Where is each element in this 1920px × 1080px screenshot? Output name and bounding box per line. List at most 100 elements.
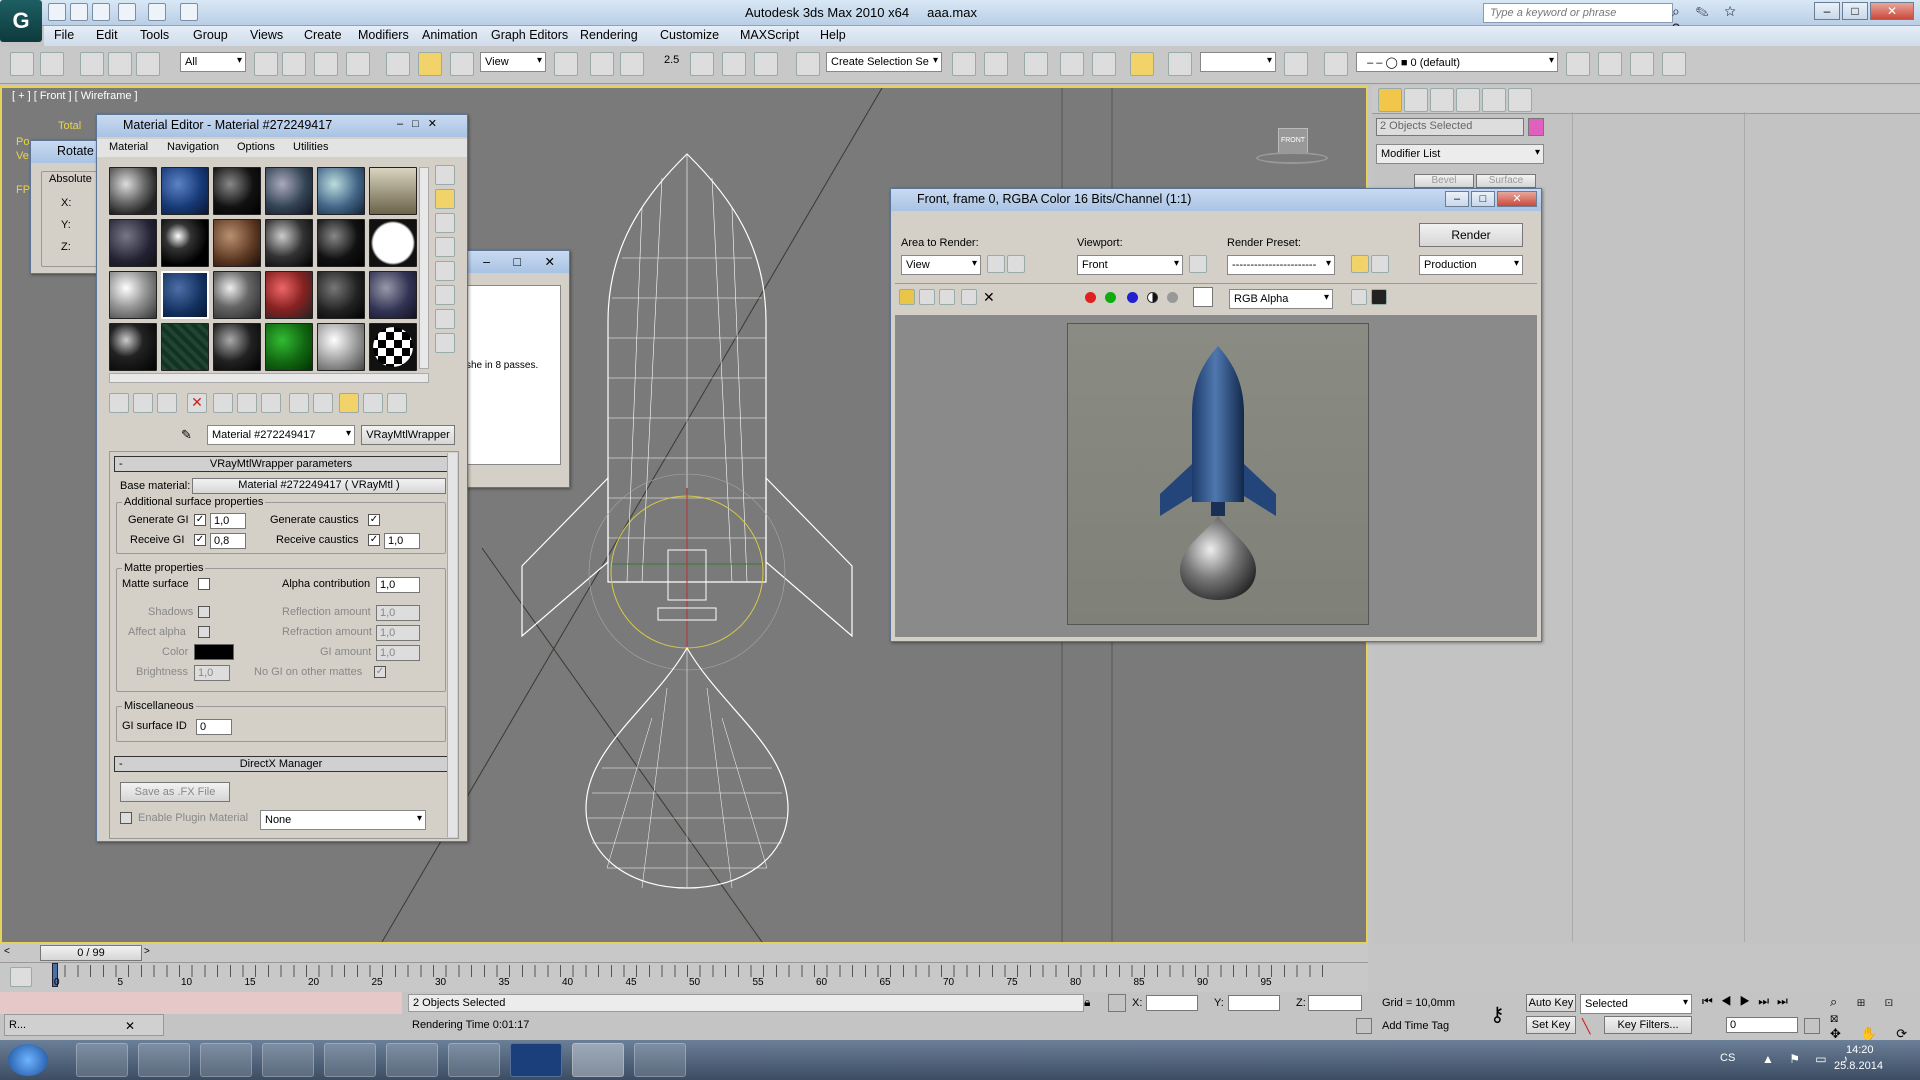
show-end-result-icon[interactable] bbox=[313, 393, 333, 413]
undo-icon[interactable] bbox=[10, 52, 34, 76]
motion-tab-icon[interactable] bbox=[1456, 88, 1480, 112]
alpha-channel-icon[interactable] bbox=[1147, 292, 1158, 303]
menu-tools[interactable]: Tools bbox=[140, 28, 169, 42]
angle-snap-icon[interactable] bbox=[690, 52, 714, 76]
3dsmax-task-icon[interactable] bbox=[572, 1043, 624, 1077]
sample-slot[interactable] bbox=[265, 219, 313, 267]
menu-edit[interactable]: Edit bbox=[96, 28, 118, 42]
link-icon[interactable] bbox=[80, 52, 104, 76]
refraction-amount-spinner[interactable]: 1,0 bbox=[376, 625, 420, 641]
project-folder-icon[interactable] bbox=[180, 3, 198, 21]
lock-viewport-icon[interactable] bbox=[1189, 255, 1207, 273]
sample-slot[interactable] bbox=[265, 323, 313, 371]
auto-region-icon[interactable] bbox=[1007, 255, 1025, 273]
bevel-button[interactable]: Bevel bbox=[1414, 174, 1474, 188]
align-icon[interactable] bbox=[984, 52, 1008, 76]
rectangle-selection-icon[interactable] bbox=[314, 52, 338, 76]
surface-button[interactable]: Surface bbox=[1476, 174, 1536, 188]
receive-gi-checkbox[interactable]: ✓ bbox=[194, 534, 206, 546]
app-logo-icon[interactable]: G bbox=[0, 0, 42, 42]
internet-explorer-task-icon[interactable] bbox=[200, 1043, 252, 1077]
y-coord-field[interactable] bbox=[1228, 995, 1280, 1011]
sample-slot[interactable] bbox=[317, 323, 365, 371]
print-image-icon[interactable] bbox=[961, 289, 977, 305]
rendered-frame-window[interactable]: Front, frame 0, RGBA Color 16 Bits/Chann… bbox=[890, 188, 1542, 642]
matte-color-swatch[interactable] bbox=[194, 644, 234, 660]
menu-help[interactable]: Help bbox=[820, 28, 846, 42]
no-gi-other-mattes-checkbox[interactable]: ✓ bbox=[374, 666, 386, 678]
toggle-ui-overlay-icon[interactable] bbox=[1351, 289, 1367, 305]
sample-type-icon[interactable] bbox=[435, 165, 455, 185]
menu-animation[interactable]: Animation bbox=[422, 28, 478, 42]
render-task-icon[interactable] bbox=[634, 1043, 686, 1077]
parameters-scrollbar[interactable] bbox=[447, 453, 457, 837]
edit-named-selection-icon[interactable] bbox=[796, 52, 820, 76]
enable-plugin-checkbox[interactable] bbox=[120, 812, 132, 824]
material-name-field[interactable]: Material #272249417 bbox=[207, 425, 355, 445]
next-frame-arrow-icon[interactable]: > bbox=[144, 946, 154, 960]
sample-slot[interactable] bbox=[265, 167, 313, 215]
sample-slot[interactable] bbox=[369, 167, 417, 215]
selection-lock-icon[interactable]: 🔒︎ bbox=[1084, 995, 1090, 1010]
new-layer-icon[interactable] bbox=[1566, 52, 1590, 76]
shadows-checkbox[interactable] bbox=[198, 606, 210, 618]
backlight-icon[interactable] bbox=[435, 189, 455, 209]
start-button-icon[interactable] bbox=[8, 1044, 48, 1076]
sample-slot[interactable] bbox=[369, 219, 417, 267]
video-color-check-icon[interactable] bbox=[435, 261, 455, 281]
create-tab-icon[interactable] bbox=[1378, 88, 1402, 112]
material-editor-window[interactable]: Material Editor - Material #272249417 –□… bbox=[96, 114, 468, 842]
menu-modifiers[interactable]: Modifiers bbox=[358, 28, 409, 42]
key-mode-dropdown[interactable]: Selected bbox=[1580, 994, 1692, 1014]
go-forward-sibling-icon[interactable] bbox=[363, 393, 383, 413]
select-layer-icon[interactable] bbox=[1630, 52, 1654, 76]
background-dialog[interactable]: – □ ✕ she in 8 passes. bbox=[460, 250, 570, 488]
menu-navigation[interactable]: Navigation bbox=[167, 141, 219, 153]
maximize-button[interactable]: □ bbox=[1842, 2, 1868, 20]
save-image-icon[interactable] bbox=[899, 289, 915, 305]
maxscript-listener-mini[interactable] bbox=[0, 992, 402, 1014]
save-file-icon[interactable] bbox=[92, 3, 110, 21]
curve-editor-icon[interactable] bbox=[1060, 52, 1084, 76]
eyedropper-icon[interactable]: ✎ bbox=[181, 427, 192, 443]
track-bar[interactable]: 0 5 10 15 20 25 30 35 40 45 50 55 60 65 70 75 80 85 90 95 bbox=[0, 962, 1368, 992]
schematic-view-icon[interactable] bbox=[1092, 52, 1116, 76]
generate-caustics-checkbox[interactable]: ✓ bbox=[368, 514, 380, 526]
reset-map-icon[interactable]: ✕ bbox=[187, 393, 207, 413]
render-type-dropdown[interactable] bbox=[1200, 52, 1276, 72]
minimize-button[interactable]: – bbox=[1814, 2, 1840, 20]
open-file-icon[interactable] bbox=[70, 3, 88, 21]
save-as-fx-button[interactable]: Save as .FX File bbox=[120, 782, 230, 802]
render-setup-icon[interactable] bbox=[1351, 255, 1369, 273]
current-frame-field[interactable]: 0 bbox=[1726, 1017, 1798, 1033]
rollout-directx-manager[interactable]: - DirectX Manager bbox=[114, 756, 448, 772]
sample-slot[interactable] bbox=[109, 271, 157, 319]
notepad-task-icon[interactable] bbox=[448, 1043, 500, 1077]
sample-slot[interactable] bbox=[317, 219, 365, 267]
skype-task-icon[interactable] bbox=[324, 1043, 376, 1077]
layer-icon[interactable] bbox=[1324, 52, 1348, 76]
percent-snap-icon[interactable] bbox=[722, 52, 746, 76]
layer-manager-icon[interactable] bbox=[1024, 52, 1048, 76]
sample-slot[interactable] bbox=[213, 323, 261, 371]
background-dialog-title[interactable]: – □ ✕ bbox=[461, 251, 569, 273]
matte-surface-checkbox[interactable] bbox=[198, 578, 210, 590]
reference-coordinate-dropdown[interactable]: View bbox=[480, 52, 546, 72]
render-setup-icon[interactable] bbox=[1168, 52, 1192, 76]
bind-spacewarp-icon[interactable] bbox=[136, 52, 160, 76]
infocenter-icons[interactable]: ⌕ ✎ ☆ ? bbox=[1672, 3, 1762, 36]
redo-icon[interactable] bbox=[40, 52, 64, 76]
menu-group[interactable]: Group bbox=[193, 28, 228, 42]
go-to-parent-icon[interactable] bbox=[339, 393, 359, 413]
menu-views[interactable]: Views bbox=[250, 28, 283, 42]
layer-dropdown[interactable]: – – ◯ ■ 0 (default) bbox=[1356, 52, 1558, 72]
time-slider-handle[interactable]: 0 / 99 bbox=[40, 945, 142, 961]
reflection-amount-spinner[interactable]: 1,0 bbox=[376, 605, 420, 621]
generate-gi-checkbox[interactable]: ✓ bbox=[194, 514, 206, 526]
affect-alpha-checkbox[interactable] bbox=[198, 626, 210, 638]
put-to-scene-icon[interactable] bbox=[133, 393, 153, 413]
select-manipulate-icon[interactable] bbox=[590, 52, 614, 76]
render-minimize-button[interactable]: – bbox=[1445, 191, 1469, 207]
sample-slot[interactable] bbox=[161, 167, 209, 215]
time-tag-icon[interactable] bbox=[1356, 1018, 1372, 1034]
